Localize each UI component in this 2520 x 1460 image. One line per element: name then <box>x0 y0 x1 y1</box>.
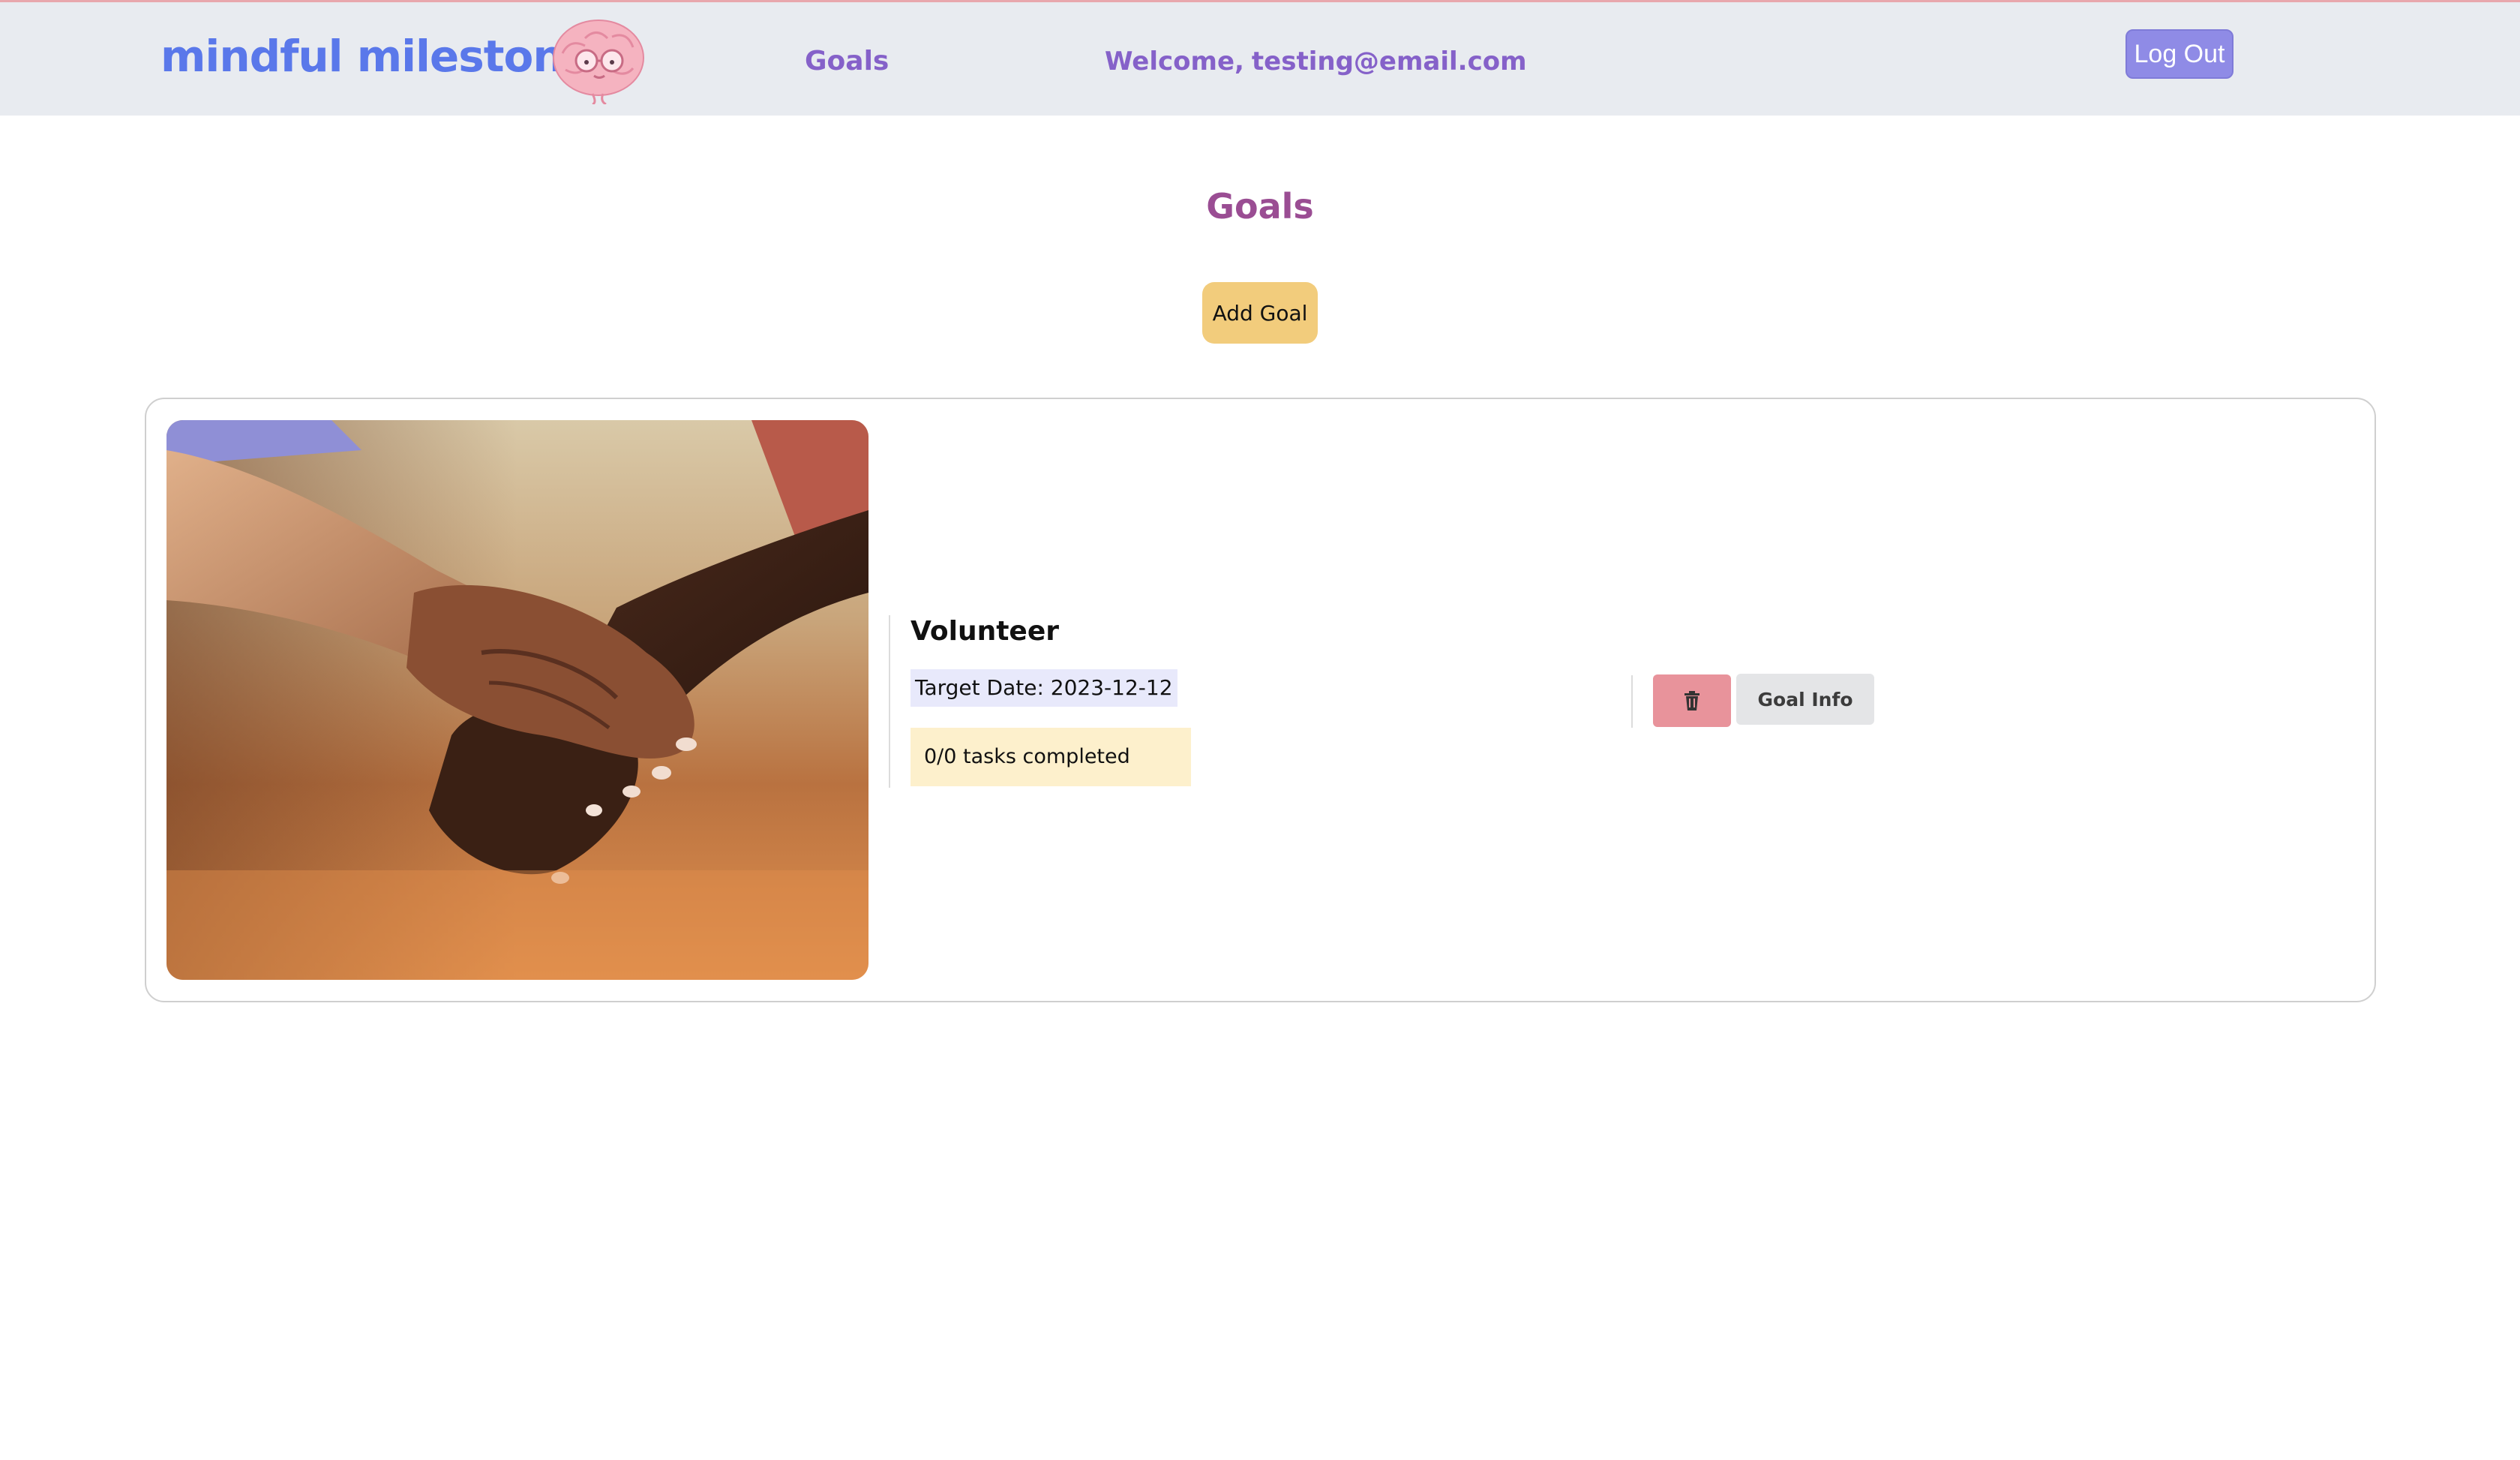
add-goal-button[interactable]: Add Goal <box>1202 282 1318 344</box>
page-title: Goals <box>1206 186 1314 227</box>
holding-hands-photo <box>166 420 868 980</box>
trash-icon <box>1684 691 1700 710</box>
welcome-prefix: Welcome, <box>1105 47 1244 77</box>
user-email: testing@email.com <box>1251 47 1527 77</box>
goal-image <box>166 420 868 980</box>
card-divider <box>889 615 890 788</box>
top-navbar: mindful milestones Goals Welcome, testing… <box>0 0 2520 116</box>
goal-tasks-progress: 0/0 tasks completed <box>910 728 1191 786</box>
goal-target-date: Target Date: 2023-12-12 <box>910 669 1178 707</box>
logout-button[interactable]: Log Out <box>2126 29 2234 79</box>
goal-title: Volunteer <box>910 616 1060 647</box>
brain-with-glasses-icon <box>553 20 644 104</box>
delete-goal-button[interactable] <box>1653 674 1731 727</box>
goal-info-button[interactable]: Goal Info <box>1736 674 1874 725</box>
goal-card: Volunteer Target Date: 2023-12-12 0/0 ta… <box>145 398 2376 1002</box>
welcome-message: Welcome, testing@email.com <box>1105 41 1527 82</box>
actions-divider <box>1631 675 1633 728</box>
nav-link-goals[interactable]: Goals <box>805 41 889 82</box>
